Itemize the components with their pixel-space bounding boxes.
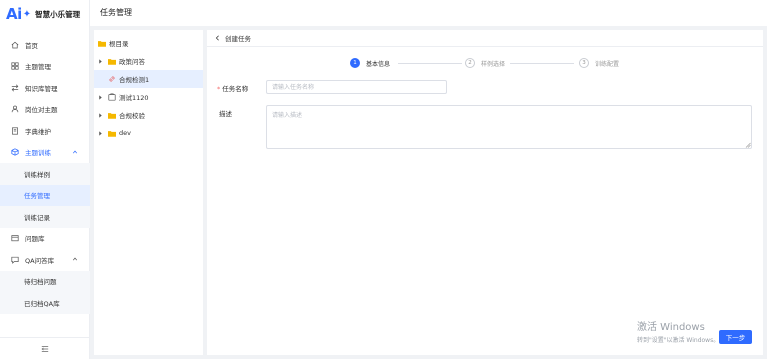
step-connector [398,63,462,64]
top-header: 任务管理 [90,0,767,26]
sidebar-item-label: 首页 [25,41,38,50]
folder-icon [108,112,116,119]
step-label: 训练配置 [595,60,620,68]
resize-handle-icon[interactable] [745,142,751,148]
step-number: 1 [350,58,360,68]
sidebar-nav: 首页 主题管理 知识库管理 岗位对主题 字典维护 主题训练 训练样例 任务管理 … [0,34,90,314]
folder-icon [108,130,116,137]
directory-tree: 根目录 政策问答 合规检测1 测试1120 合规校验 dev [94,30,203,355]
step-training-config: 3 训练配置 [579,57,619,69]
logo-star-icon: ✦ [22,8,32,20]
back-header[interactable]: 创建任务 [207,30,763,47]
page-title: 任务管理 [100,8,132,17]
submenu-qa-bank: 待归档问题 已归档QA库 [0,270,90,314]
step-connector [510,63,574,64]
swap-icon [11,84,19,92]
sidebar-item-label: 主题训练 [25,149,51,158]
step-label: 基本信息 [366,60,391,68]
tree-node-label: 根目录 [109,40,129,48]
chevron-up-icon [72,257,78,261]
sidebar-item-label: 待归档问题 [24,278,57,287]
link-icon [109,76,115,82]
sidebar-item-label: 训练记录 [24,213,50,222]
sidebar-item-label: 训练样例 [24,170,50,179]
watermark-line-1: 激活 Windows [637,322,705,333]
sidebar-item-training-records[interactable]: 训练记录 [0,206,90,228]
box-icon [11,234,19,242]
tree-node-dev[interactable]: dev [94,124,203,142]
description-textarea[interactable] [266,105,752,149]
sidebar-item-topic-training[interactable]: 主题训练 [0,142,90,164]
app-name: 智慧小乐管理 [35,9,81,19]
logo-mark: Ai [6,5,22,23]
sidebar-item-pending-questions[interactable]: 待归档问题 [0,271,90,293]
chat-icon [11,256,19,264]
chevron-left-icon[interactable] [215,35,220,41]
home-icon [11,41,19,49]
step-number: 2 [465,58,475,68]
tree-node-label: 测试1120 [119,94,149,102]
grid-icon [11,62,19,70]
tree-node-compliance-verify[interactable]: 合规校验 [94,106,203,124]
sidebar: Ai ✦ 智慧小乐管理 首页 主题管理 知识库管理 岗位对主题 字典维护 主题训… [0,0,90,359]
tree-node-label: 政策问答 [119,58,145,66]
menu-fold-icon [41,345,49,352]
step-basic-info: 1 基本信息 [350,57,390,69]
sidebar-item-label: 字典维护 [25,127,51,136]
task-name-input[interactable] [266,80,447,94]
sidebar-item-qa-bank[interactable]: QA问答库 [0,249,90,271]
collapse-sidebar-button[interactable] [0,337,90,359]
create-task-panel: 创建任务 1 基本信息 2 样例选择 3 训练配置 *任务名称 描述 下一步 [207,30,763,355]
description-label: 描述 [219,110,232,118]
caret-right-icon[interactable] [98,94,103,100]
next-step-button[interactable]: 下一步 [719,330,752,344]
task-name-label: * 任务名称 [217,85,249,93]
sidebar-item-label: 主题管理 [25,63,51,72]
step-label: 样例选择 [481,60,506,68]
tree-node-compliance-check-1[interactable]: 合规检测1 [94,70,203,88]
caret-right-icon[interactable] [98,58,103,64]
folder-icon [108,58,116,65]
required-mark: * [217,85,221,93]
sidebar-item-label: 知识库管理 [25,84,58,93]
cube-icon [11,148,19,156]
tree-node-test-1120[interactable]: 测试1120 [94,88,203,106]
sidebar-item-archived-qa[interactable]: 已归档QA库 [0,292,90,314]
step-sample-select: 2 样例选择 [465,57,505,69]
sidebar-item-dictionary[interactable]: 字典维护 [0,120,90,142]
step-number: 3 [579,58,589,68]
book-icon [11,127,19,135]
sidebar-item-label: QA问答库 [25,256,55,265]
box-icon [108,93,116,101]
sidebar-item-home[interactable]: 首页 [0,34,90,56]
back-title: 创建任务 [225,35,251,43]
sidebar-item-label: 问题库 [25,235,45,244]
sidebar-item-label: 任务管理 [24,192,50,201]
tree-node-root[interactable]: 根目录 [94,34,203,52]
sidebar-item-task-management[interactable]: 任务管理 [0,184,90,206]
sidebar-item-label: 岗位对主题 [25,106,58,115]
submenu-topic-training: 训练样例 任务管理 训练记录 [0,163,90,228]
sidebar-item-knowledge-base[interactable]: 知识库管理 [0,77,90,99]
folder-icon [98,40,106,47]
app-logo[interactable]: Ai ✦ 智慧小乐管理 [6,5,80,23]
watermark-line-2: 转到"设置"以激活 Windows。 [637,337,720,344]
windows-activation-watermark: 激活 Windows 转到"设置"以激活 Windows。 [637,318,719,344]
step-indicator: 1 基本信息 2 样例选择 3 训练配置 [350,57,650,69]
user-icon [11,105,19,113]
sidebar-item-training-samples[interactable]: 训练样例 [0,163,90,185]
tree-node-policy-qa[interactable]: 政策问答 [94,52,203,70]
caret-right-icon[interactable] [98,112,103,118]
sidebar-item-post-topic[interactable]: 岗位对主题 [0,99,90,121]
caret-right-icon[interactable] [98,130,103,136]
tree-node-label: dev [119,129,131,137]
tree-node-label: 合规校验 [119,112,145,120]
sidebar-item-question-bank[interactable]: 问题库 [0,228,90,250]
chevron-up-icon [72,150,78,153]
tree-node-label: 合规检测1 [119,76,150,84]
sidebar-item-topic-management[interactable]: 主题管理 [0,56,90,78]
sidebar-item-label: 已归档QA库 [24,299,60,308]
